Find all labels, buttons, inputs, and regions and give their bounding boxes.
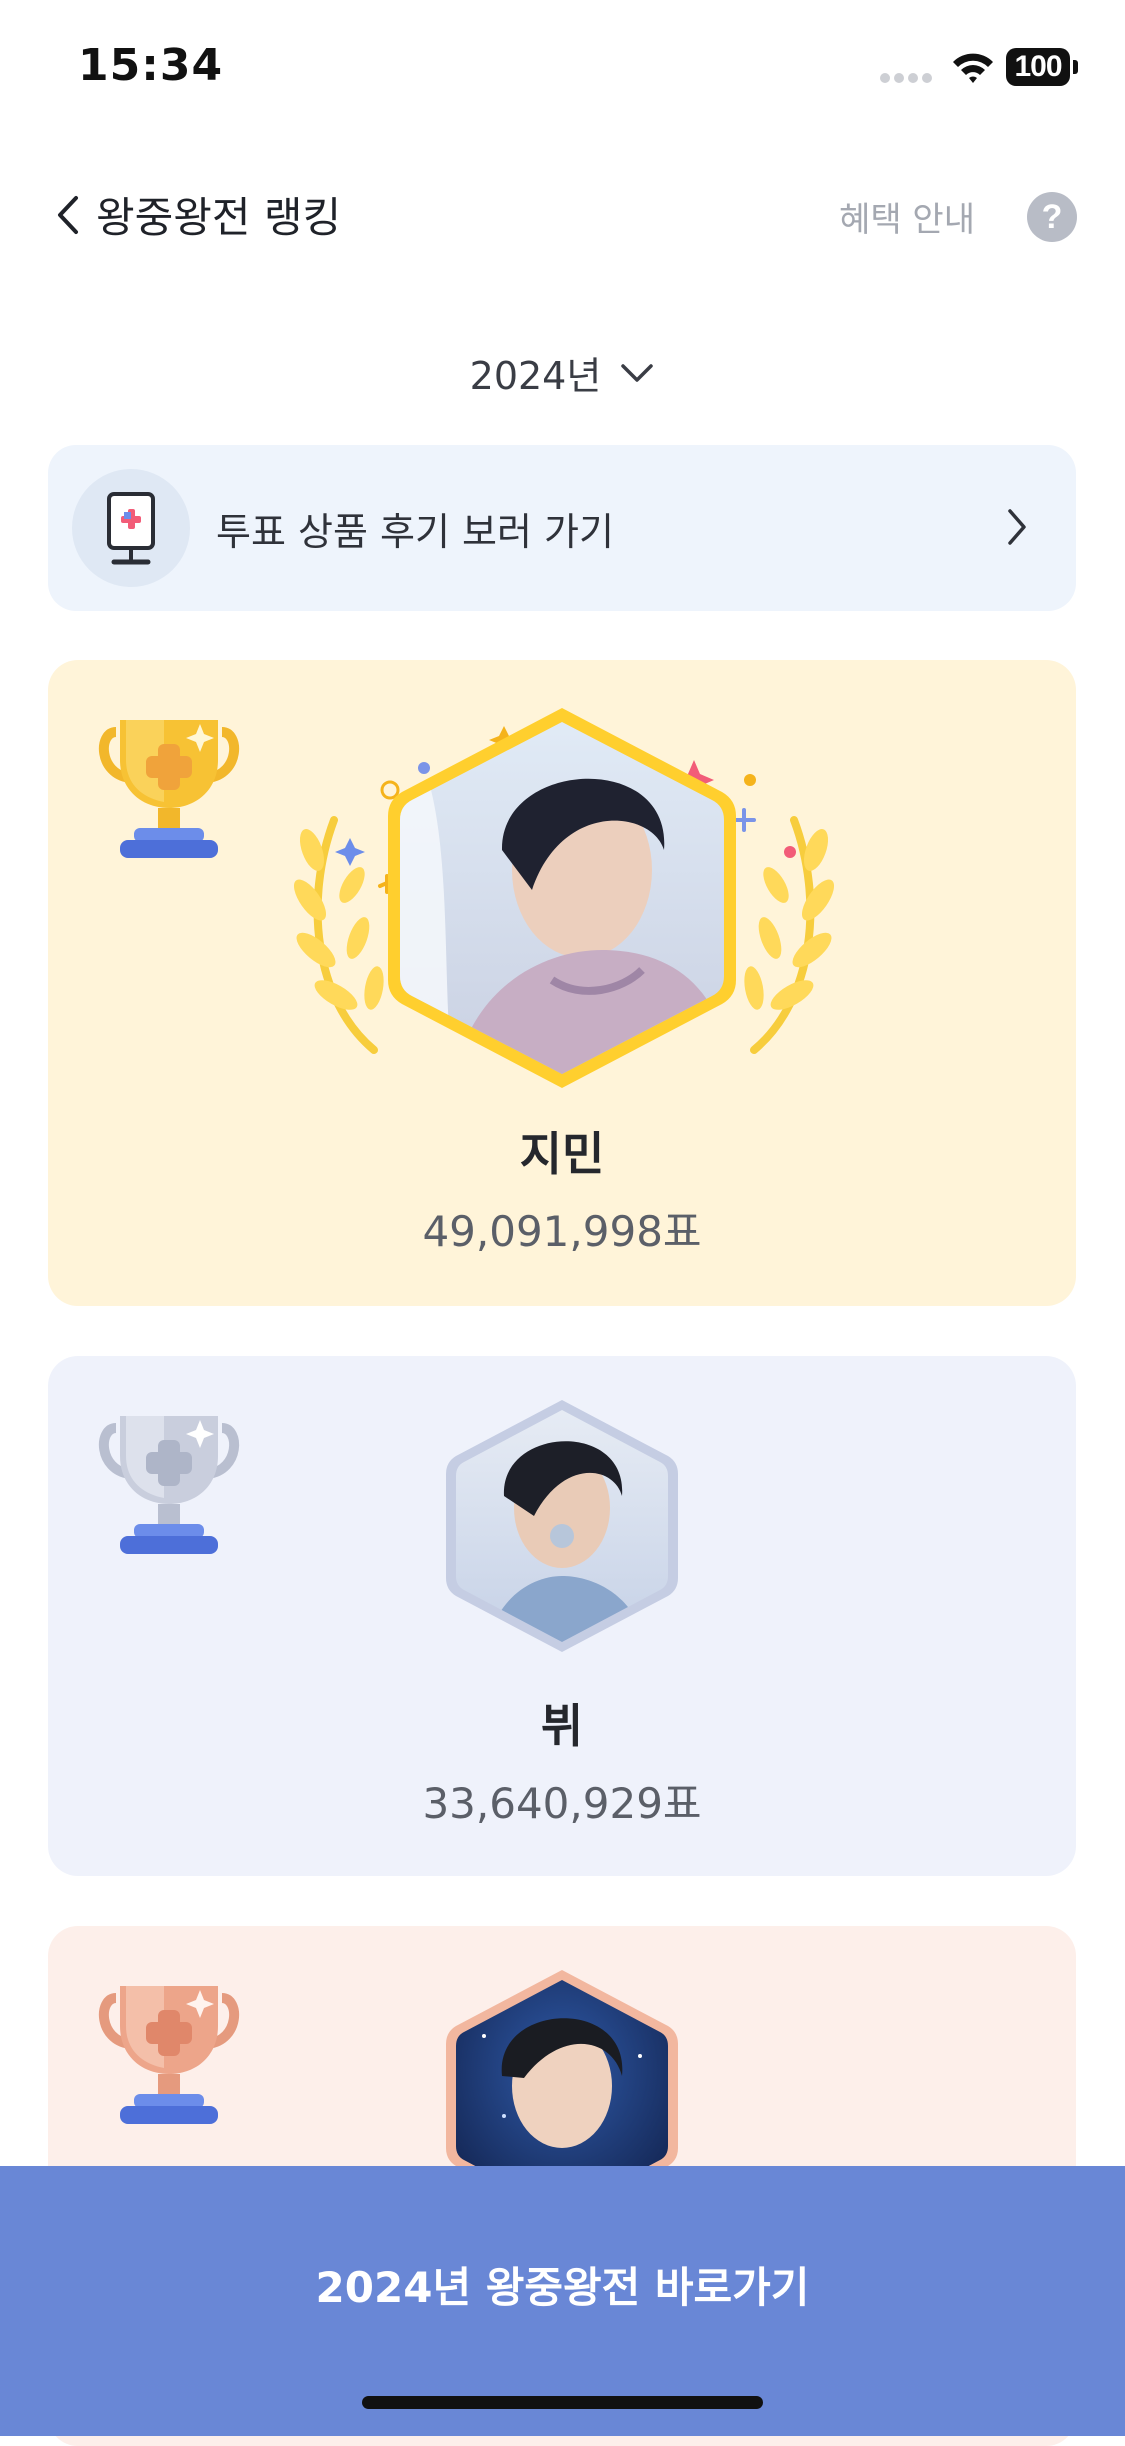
chevron-right-icon [1008,509,1026,545]
year-selector[interactable]: 2024년 [0,345,1125,405]
wifi-icon [953,53,993,83]
member-name: 지민 [519,1127,605,1181]
back-chevron-icon[interactable] [52,192,86,238]
rank-card-1[interactable]: 지민 49,091,998표 [48,660,1076,1306]
bronze-trophy-icon [98,1986,240,2124]
member-name: 뷔 [540,1699,584,1753]
home-indicator [362,2396,763,2409]
chevron-down-icon [621,363,654,382]
help-icon[interactable]: ? [1027,192,1077,242]
vote-product-review-banner[interactable]: 투표 상품 후기 보러 가기 [48,445,1076,611]
battery-level: 100 [1006,48,1070,86]
vote-count: 49,091,998표 [422,1207,702,1256]
gold-trophy-icon [98,720,240,858]
rank-card-2[interactable]: 뷔 33,640,929표 [48,1356,1076,1876]
battery-icon: 100 [1006,48,1080,88]
silver-trophy-icon [98,1416,240,1554]
benefit-info-link[interactable]: 혜택 안내 [839,192,975,241]
status-bar: 15:34 100 [0,0,1125,140]
header: 왕중왕전 랭킹 혜택 안내 [0,170,1125,260]
vote-product-icon [72,469,190,587]
review-banner-label: 투표 상품 후기 보러 가기 [216,510,614,554]
cta-label: 2024년 왕중왕전 바로가기 [315,2263,810,2312]
page-title: 왕중왕전 랭킹 [96,193,342,242]
signal-icon [880,73,932,85]
vote-count: 33,640,929표 [422,1779,702,1828]
member-photo [388,708,736,1088]
member-photo [446,1400,678,1652]
year-label: 2024년 [469,354,602,398]
status-time: 15:34 [78,40,224,91]
